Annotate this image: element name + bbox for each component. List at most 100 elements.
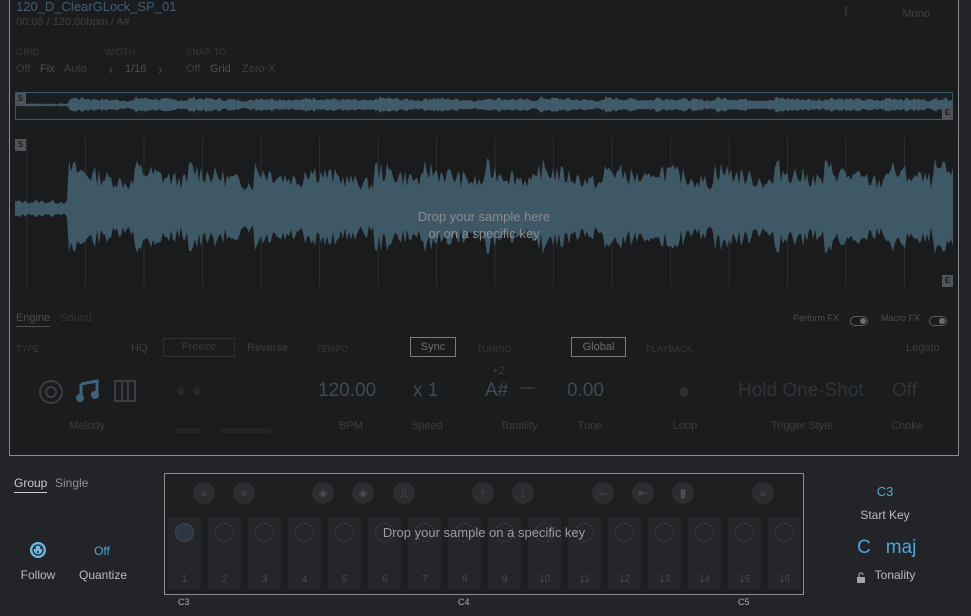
diamond-layers-icon[interactable]: ◈ [312,482,334,504]
key-number: 2 [221,574,228,585]
quantize-label: Quantize [78,568,128,582]
skip-forward-icon[interactable]: » [752,482,774,504]
drop-hint-line2: or on a specific key [428,226,540,241]
grid-option-fix[interactable]: Fix [40,63,55,75]
hq-toggle[interactable]: HQ [131,342,148,354]
key-number: 10 [538,574,551,585]
key-number: 16 [778,574,791,585]
main-end-marker[interactable]: E [942,275,953,287]
quantize-value[interactable]: Off [80,544,124,558]
choke-value[interactable]: Off [892,380,917,402]
snap-option-zero-x[interactable]: Zero-X [242,63,276,75]
sample-editor-panel: 120_D_ClearGLock_SP_01 00:08 / 120.00bpm… [9,0,959,456]
key-number: 3 [261,574,268,585]
start-key-value[interactable]: C3 [862,484,908,499]
diamond-layers-alt-icon[interactable]: ◈ [352,482,374,504]
tuning-section-label: TUNING [477,344,512,354]
stretch-icon[interactable]: ⇔ [592,482,614,504]
key-number: 12 [618,574,631,585]
tonality-value[interactable]: A# [485,380,508,402]
octave-label-c5: C5 [738,597,750,607]
type-section-label: TYPE [16,344,40,354]
tune-value[interactable]: 0.00 [567,380,604,402]
key-number: 4 [301,574,308,585]
snap-option-grid[interactable]: Grid [210,63,231,75]
follow-label: Follow [20,568,56,582]
grid-option-auto[interactable]: Auto [64,63,87,75]
tonality-dash: — [520,379,535,396]
global-button[interactable]: Global [571,337,626,357]
key-number: 14 [698,574,711,585]
width-next-button[interactable]: › [158,62,162,77]
trigger-style-value[interactable]: Hold One-Shot [738,380,864,402]
key-number: 11 [579,574,590,585]
tonality-caption: Tonality [500,420,538,432]
drop-hint-line1: Drop your sample here [417,209,551,224]
melody-caption: Melody [69,420,105,432]
key-number: 13 [658,574,671,585]
width-value: 1/16 [125,63,147,75]
file-meta: 00:08 / 120.00bpm / A# [16,16,130,28]
snap-label: SNAP TO [186,47,227,57]
choke-caption: Choke [891,420,923,432]
key-number: 1 [181,574,188,585]
envelope-icon[interactable]: ⎍ [393,482,415,504]
bpm-value[interactable]: 120.00 [318,380,376,402]
playback-section-label: PLAYBACK [646,344,693,354]
key-pad-panel[interactable]: » « ◈ ◈ ⎍ ↑ ↓ ⇔ ⇤ ▮ » 1 2 3 4 5 6 7 8 9 10 11 12 13 1… [164,473,804,595]
macro-fx-toggle[interactable] [929,312,947,330]
loop-icon[interactable] [674,384,694,405]
mono-toggle[interactable]: Mono [902,8,930,20]
arrow-up-icon[interactable]: ↑ [472,482,494,504]
perform-fx-label: Perform FX [793,313,840,323]
melody-slices-icon[interactable] [113,379,137,408]
forward-icon[interactable]: » [193,482,215,504]
melody-note-icon[interactable] [75,378,101,409]
key-number: 8 [461,574,468,585]
speed-caption: Speed [411,420,443,432]
tonality-scale-value[interactable]: maj [880,537,922,559]
sync-button[interactable]: Sync [410,337,456,357]
follow-icon[interactable] [29,541,47,564]
tab-sound[interactable]: Sound [60,312,92,324]
grid-option-off[interactable]: Off [16,63,30,75]
key-number: 6 [381,574,388,585]
type-dim-dial-icon[interactable] [173,379,207,408]
main-waveform[interactable]: S E Drop your sample here or on a specif… [15,137,953,287]
mode-group-tab[interactable]: Group [14,476,48,493]
trim-icon[interactable]: ⇤ [632,482,654,504]
overview-waveform[interactable]: S E [15,92,953,120]
key-number: 7 [421,574,428,585]
snap-option-off[interactable]: Off [186,63,200,75]
perform-fx-toggle[interactable] [850,312,868,330]
key-drop-hint: Drop your sample on a specific key [382,525,586,540]
octave-label-c4: C4 [458,597,470,607]
width-prev-button[interactable]: ‹ [109,62,113,77]
split-icon[interactable]: ▮ [672,482,694,504]
tune-caption: Tune [577,420,603,432]
octave-label-c3: C3 [178,597,190,607]
macro-fx-label: Macro FX [881,313,921,323]
lock-icon[interactable] [856,570,866,588]
start-key-label: Start Key [860,508,910,522]
dim-caption-shadow [175,422,275,440]
loop-caption: Loop [672,420,698,432]
melody-circle-icon[interactable] [38,379,64,410]
freeze-button[interactable]: Freeze [163,338,235,357]
arrow-down-icon[interactable]: ↓ [512,482,534,504]
rewind-icon[interactable]: « [233,482,255,504]
overview-start-marker[interactable]: S [15,93,26,105]
main-start-marker[interactable]: S [15,139,26,151]
file-name: 120_D_ClearGLock_SP_01 [16,0,177,14]
width-label: WIDTH [105,47,136,57]
reverse-toggle[interactable]: Reverse [247,342,288,354]
tonality-root-value[interactable]: C [852,537,876,559]
key-number: 9 [501,574,508,585]
legato-toggle[interactable]: Legato [906,342,940,354]
overview-end-marker[interactable]: E [942,107,953,119]
tab-engine[interactable]: Engine [16,312,51,327]
overview-waveform-shape [16,96,952,113]
speed-value[interactable]: x 1 [413,380,438,402]
mode-single-tab[interactable]: Single [55,476,88,490]
key-number: 15 [738,574,751,585]
